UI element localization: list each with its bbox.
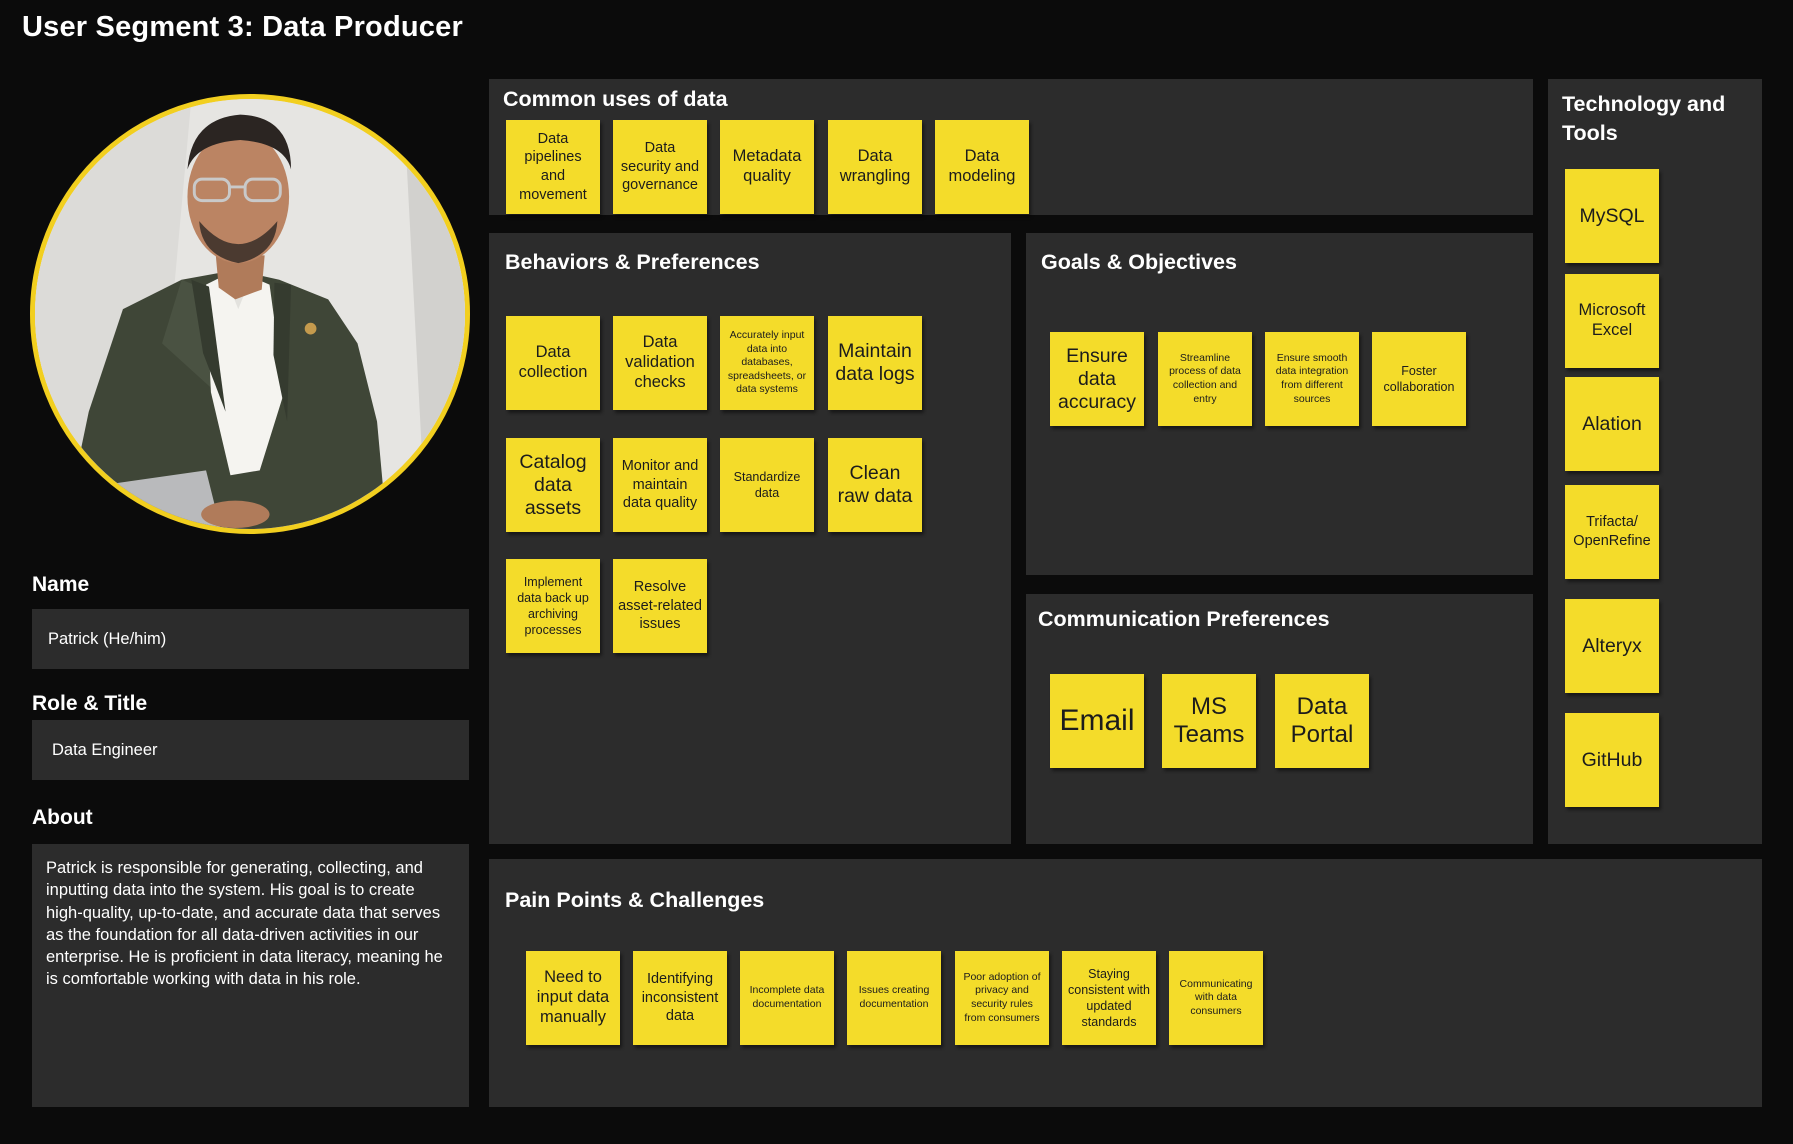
- sticky-note: Data pipelines and movement: [506, 120, 600, 214]
- sticky-note: Foster collaboration: [1372, 332, 1466, 426]
- sticky-note: Streamline process of data collection an…: [1158, 332, 1252, 426]
- sticky-note: Resolve asset-related issues: [613, 559, 707, 653]
- page-title: User Segment 3: Data Producer: [22, 11, 463, 43]
- sticky-note: Identifying inconsistent data: [633, 951, 727, 1045]
- sticky-note: Incomplete data documentation: [740, 951, 834, 1045]
- sticky-note: Staying consistent with updated standard…: [1062, 951, 1156, 1045]
- sticky-note: Ensure data accuracy: [1050, 332, 1144, 426]
- behaviors-title: Behaviors & Preferences: [505, 250, 760, 274]
- about-field: Patrick is responsible for generating, c…: [32, 844, 469, 1107]
- sticky-note: MS Teams: [1162, 674, 1256, 768]
- goals-title: Goals & Objectives: [1041, 250, 1237, 274]
- communication-title: Communication Preferences: [1038, 607, 1330, 631]
- sticky-note: GitHub: [1565, 713, 1659, 807]
- sticky-note: Accurately input data into databases, sp…: [720, 316, 814, 410]
- about-label: About: [32, 806, 93, 829]
- sticky-note: Poor adoption of privacy and security ru…: [955, 951, 1049, 1045]
- sticky-note: Monitor and maintain data quality: [613, 438, 707, 532]
- sticky-note: Data modeling: [935, 120, 1029, 214]
- sticky-note: MySQL: [1565, 169, 1659, 263]
- sticky-note: Email: [1050, 674, 1144, 768]
- sticky-note: Data wrangling: [828, 120, 922, 214]
- common-uses-title: Common uses of data: [503, 87, 728, 111]
- sticky-note: Need to input data manually: [526, 951, 620, 1045]
- sticky-note: Standardize data: [720, 438, 814, 532]
- sticky-note: Implement data back up archiving process…: [506, 559, 600, 653]
- sticky-note: Microsoft Excel: [1565, 274, 1659, 368]
- sticky-note: Catalog data assets: [506, 438, 600, 532]
- sticky-note: Alation: [1565, 377, 1659, 471]
- sticky-note: Data validation checks: [613, 316, 707, 410]
- sticky-note: Ensure smooth data integration from diff…: [1265, 332, 1359, 426]
- sticky-note: Data security and governance: [613, 120, 707, 214]
- sticky-note: Alteryx: [1565, 599, 1659, 693]
- avatar: [30, 94, 470, 534]
- profile-photo: [35, 99, 465, 529]
- role-field: Data Engineer: [32, 720, 469, 780]
- pain-points-title: Pain Points & Challenges: [505, 888, 765, 912]
- sticky-note: Clean raw data: [828, 438, 922, 532]
- sticky-note: Data collection: [506, 316, 600, 410]
- name-field: Patrick (He/him): [32, 609, 469, 669]
- sticky-note: Metadata quality: [720, 120, 814, 214]
- sticky-note: Issues creating documentation: [847, 951, 941, 1045]
- name-label: Name: [32, 573, 90, 596]
- sticky-note: Trifacta/ OpenRefine: [1565, 485, 1659, 579]
- sticky-note: Data Portal: [1275, 674, 1369, 768]
- sticky-note: Communicating with data consumers: [1169, 951, 1263, 1045]
- role-label: Role & Title: [32, 692, 148, 715]
- sticky-note: Maintain data logs: [828, 316, 922, 410]
- tools-title: Technology and Tools: [1562, 92, 1726, 145]
